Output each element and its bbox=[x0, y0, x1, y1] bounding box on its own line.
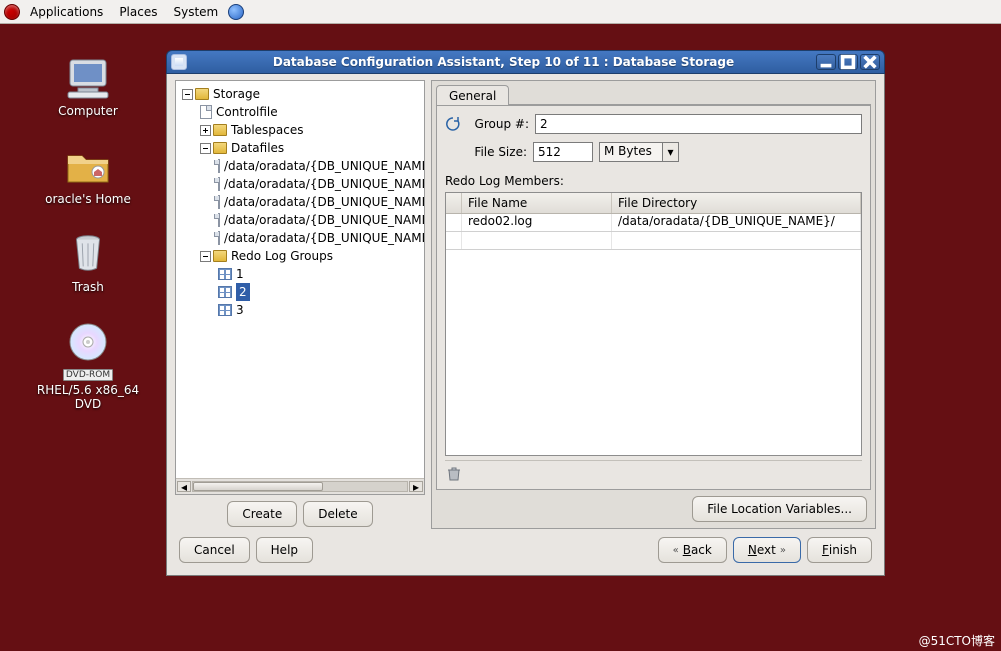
window-app-icon bbox=[171, 54, 187, 70]
watermark: @51CTO博客 bbox=[0, 627, 1001, 651]
tree-storage[interactable]: Storage bbox=[213, 85, 260, 103]
create-button[interactable]: Create bbox=[227, 501, 297, 527]
desktop-dvd-label: RHEL/5.6 x86_64 DVD bbox=[28, 383, 148, 412]
file-size-label: File Size: bbox=[467, 145, 527, 159]
desktop-home-label: oracle's Home bbox=[28, 192, 148, 206]
cell-file-name: redo02.log bbox=[462, 214, 612, 231]
desktop-computer-label: Computer bbox=[28, 104, 148, 118]
folder-icon bbox=[213, 250, 227, 262]
folder-icon bbox=[213, 124, 227, 136]
file-size-input[interactable] bbox=[533, 142, 593, 162]
file-icon bbox=[218, 177, 220, 191]
window-client: Storage Controlfile Tablespaces Datafile… bbox=[166, 74, 885, 576]
file-icon bbox=[218, 159, 220, 173]
desktop-trash-label: Trash bbox=[28, 280, 148, 294]
file-icon bbox=[218, 231, 220, 245]
col-file-name[interactable]: File Name bbox=[462, 193, 612, 213]
window-title: Database Configuration Assistant, Step 1… bbox=[193, 55, 814, 69]
desktop-dvd-icon[interactable]: DVD-ROM RHEL/5.6 x86_64 DVD bbox=[28, 318, 148, 412]
tree-horizontal-scrollbar[interactable]: ◂ ▸ bbox=[176, 478, 424, 494]
next-button[interactable]: Next» bbox=[733, 537, 801, 563]
file-icon bbox=[218, 213, 220, 227]
tree-tablespaces[interactable]: Tablespaces bbox=[231, 121, 304, 139]
group-no-input[interactable] bbox=[535, 114, 862, 134]
gnome-top-panel: Applications Places System bbox=[0, 0, 1001, 24]
help-button[interactable]: Help bbox=[256, 537, 313, 563]
maximize-button[interactable] bbox=[838, 54, 858, 70]
desktop-trash-icon[interactable]: Trash bbox=[28, 230, 148, 294]
redo-group-3[interactable]: 3 bbox=[236, 301, 244, 319]
delete-button[interactable]: Delete bbox=[303, 501, 372, 527]
scroll-left-button[interactable]: ◂ bbox=[177, 481, 191, 492]
places-menu[interactable]: Places bbox=[113, 3, 163, 21]
close-button[interactable] bbox=[860, 54, 880, 70]
tree-datafiles[interactable]: Datafiles bbox=[231, 139, 284, 157]
tree-controlfile[interactable]: Controlfile bbox=[216, 103, 278, 121]
file-icon bbox=[200, 105, 212, 119]
folder-icon bbox=[195, 88, 209, 100]
col-file-directory[interactable]: File Directory bbox=[612, 193, 861, 213]
cancel-button[interactable]: Cancel bbox=[179, 537, 250, 563]
dbca-window: Database Configuration Assistant, Step 1… bbox=[166, 50, 885, 576]
datafile-5[interactable]: /data/oradata/{DB_UNIQUE_NAME} bbox=[224, 229, 424, 247]
chevron-right-icon: » bbox=[780, 545, 786, 556]
datafile-3[interactable]: /data/oradata/{DB_UNIQUE_NAME} bbox=[224, 193, 424, 211]
refresh-icon[interactable] bbox=[445, 116, 461, 132]
dvd-badge: DVD-ROM bbox=[63, 369, 113, 381]
redo-group-2-selected[interactable]: 2 bbox=[236, 283, 250, 301]
file-size-unit-combo[interactable]: M Bytes ▾ bbox=[599, 142, 679, 162]
tree-redo-log-groups[interactable]: Redo Log Groups bbox=[231, 247, 333, 265]
datafile-1[interactable]: /data/oradata/{DB_UNIQUE_NAME} bbox=[224, 157, 424, 175]
file-location-variables-button[interactable]: File Location Variables... bbox=[692, 496, 867, 522]
trash-icon[interactable] bbox=[445, 465, 463, 483]
storage-tree[interactable]: Storage Controlfile Tablespaces Datafile… bbox=[175, 80, 425, 495]
datafile-2[interactable]: /data/oradata/{DB_UNIQUE_NAME} bbox=[224, 175, 424, 193]
redo-members-label: Redo Log Members: bbox=[445, 174, 862, 188]
scroll-thumb[interactable] bbox=[193, 482, 323, 491]
cell-file-dir: /data/oradata/{DB_UNIQUE_NAME}/ bbox=[612, 214, 861, 231]
redo-group-1[interactable]: 1 bbox=[236, 265, 244, 283]
redo-group-icon bbox=[218, 304, 232, 316]
redo-members-table[interactable]: File Name File Directory redo02.log /dat… bbox=[445, 192, 862, 456]
table-row[interactable]: redo02.log /data/oradata/{DB_UNIQUE_NAME… bbox=[446, 214, 861, 232]
redhat-icon bbox=[4, 4, 20, 20]
file-icon bbox=[218, 195, 220, 209]
chevron-left-icon: « bbox=[673, 545, 679, 556]
wizard-nav: Cancel Help «Back Next» Finish bbox=[175, 535, 876, 567]
table-row-empty[interactable] bbox=[446, 232, 861, 250]
datafile-4[interactable]: /data/oradata/{DB_UNIQUE_NAME} bbox=[224, 211, 424, 229]
desktop-home-icon[interactable]: oracle's Home bbox=[28, 142, 148, 206]
system-menu[interactable]: System bbox=[167, 3, 224, 21]
minimize-button[interactable] bbox=[816, 54, 836, 70]
finish-button[interactable]: Finish bbox=[807, 537, 872, 563]
tab-general[interactable]: General bbox=[436, 85, 509, 106]
back-button[interactable]: «Back bbox=[658, 537, 727, 563]
chevron-down-icon[interactable]: ▾ bbox=[663, 142, 679, 162]
desktop-computer-icon[interactable]: Computer bbox=[28, 54, 148, 118]
browser-launcher-icon[interactable] bbox=[228, 4, 244, 20]
applications-menu[interactable]: Applications bbox=[24, 3, 109, 21]
group-no-label: Group #: bbox=[469, 117, 529, 131]
scroll-right-button[interactable]: ▸ bbox=[409, 481, 423, 492]
window-titlebar[interactable]: Database Configuration Assistant, Step 1… bbox=[166, 50, 885, 74]
folder-icon bbox=[213, 142, 227, 154]
redo-group-icon bbox=[218, 268, 232, 280]
redo-group-icon bbox=[218, 286, 232, 298]
